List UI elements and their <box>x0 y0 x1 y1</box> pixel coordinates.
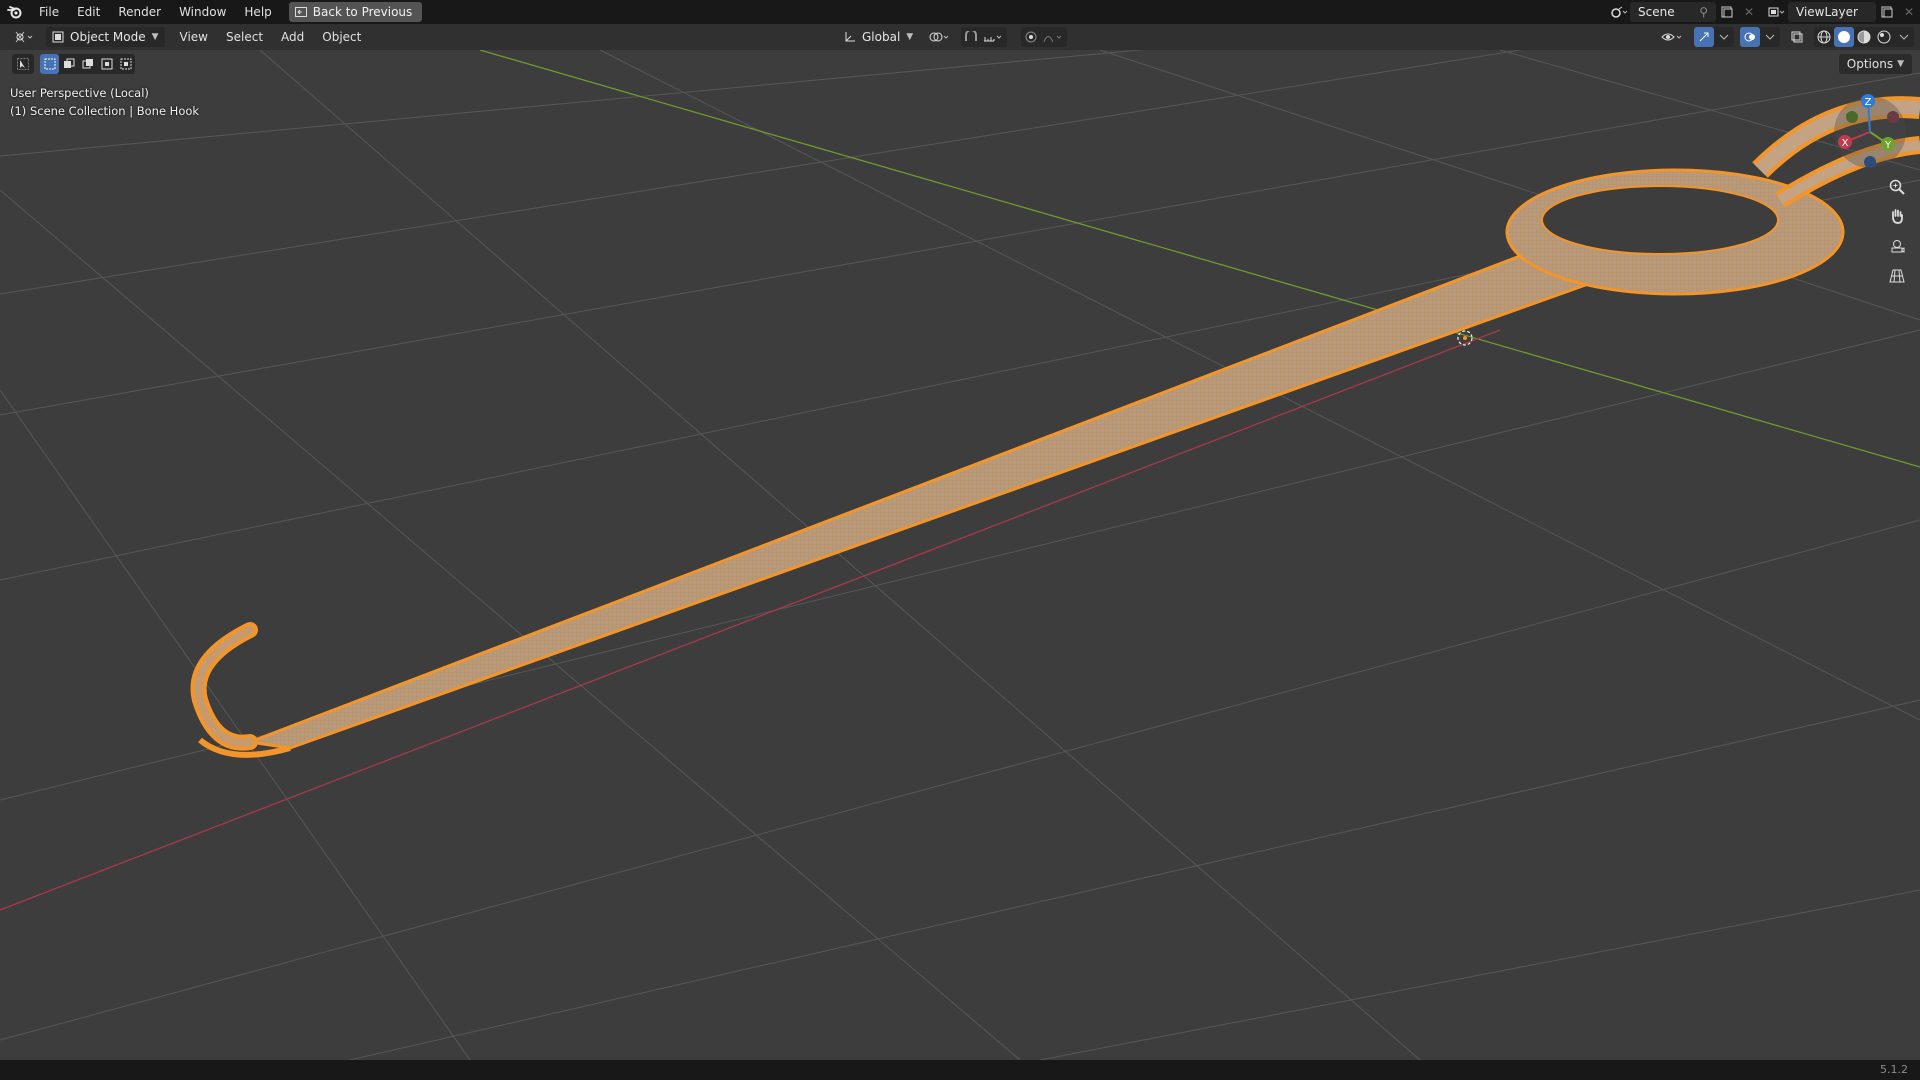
delete-view-layer-icon[interactable]: ✕ <box>1898 2 1920 22</box>
scene-name: Scene <box>1638 5 1675 19</box>
chevron-down-icon: ▼ <box>906 32 914 42</box>
falloff-curve-icon[interactable] <box>1041 27 1067 47</box>
visibility-selectability-icon[interactable] <box>1658 27 1688 47</box>
material-shading-icon[interactable] <box>1854 27 1874 47</box>
grid-line <box>1039 889 1920 1060</box>
menu-help[interactable]: Help <box>235 0 280 24</box>
x-axis-line <box>0 329 1501 911</box>
grid-line <box>0 389 471 1060</box>
object-mode-label: Object Mode <box>70 30 146 44</box>
top-menu-bar: File Edit Render Window Help Back to Pre… <box>0 0 1920 24</box>
sidebar-toggle-icon[interactable]: ‹ <box>1903 96 1920 122</box>
menu-add[interactable]: Add <box>272 30 313 44</box>
scene-selector-icon[interactable] <box>1608 2 1630 22</box>
svg-text:X: X <box>1842 138 1849 149</box>
viewport-scene <box>0 50 1920 1060</box>
menu-window[interactable]: Window <box>170 0 235 24</box>
version-label: 5.1.2 <box>1880 1063 1908 1076</box>
gizmo-options-icon[interactable] <box>1714 27 1734 47</box>
shading-options-icon[interactable] <box>1894 27 1914 47</box>
viewport-header: Object Mode ▼ View Select Add Object Glo… <box>0 24 1920 50</box>
transform-orientation-dropdown[interactable]: Global ▼ <box>838 27 920 47</box>
grid-line <box>0 189 1021 1060</box>
options-dropdown[interactable]: Options ▼ <box>1838 54 1912 74</box>
object-mode-dropdown[interactable]: Object Mode ▼ <box>46 27 165 47</box>
xray-toggle-icon[interactable] <box>1786 27 1808 47</box>
select-new-icon[interactable] <box>40 54 59 74</box>
shading-mode-group <box>1814 27 1914 47</box>
gizmo-toggle-group <box>1694 27 1734 47</box>
select-extend-icon[interactable] <box>59 54 78 74</box>
editor-type-icon[interactable] <box>10 27 40 47</box>
scene-collection-label: (1) Scene Collection | Bone Hook <box>10 104 200 118</box>
menu-edit[interactable]: Edit <box>68 0 109 24</box>
snapping-group <box>961 27 1008 47</box>
grid-line <box>0 50 1141 157</box>
object-mode-icon <box>52 31 64 43</box>
menu-view[interactable]: View <box>171 30 217 44</box>
view-layer-field[interactable]: ViewLayer <box>1788 2 1876 22</box>
zoom-icon[interactable] <box>1884 174 1910 200</box>
grid-line <box>0 519 1920 1041</box>
back-to-previous-button[interactable]: Back to Previous <box>288 2 423 22</box>
selection-mode-group <box>40 54 135 74</box>
chevron-down-icon: ▼ <box>151 32 159 42</box>
proportional-editing-icon[interactable] <box>1021 27 1041 47</box>
camera-view-icon[interactable] <box>1884 233 1910 259</box>
svg-text:Z: Z <box>1865 97 1872 108</box>
menu-select[interactable]: Select <box>217 30 272 44</box>
back-screen-icon <box>294 7 307 17</box>
back-to-previous-label: Back to Previous <box>312 5 413 19</box>
wireframe-shading-icon[interactable] <box>1814 27 1834 47</box>
orientation-axes-icon <box>845 32 855 42</box>
menu-file[interactable]: File <box>30 0 68 24</box>
tool-settings-row <box>12 54 135 74</box>
pan-hand-icon[interactable] <box>1884 203 1910 229</box>
svg-text:Y: Y <box>1884 140 1892 151</box>
blender-logo-icon[interactable] <box>0 0 30 24</box>
pivot-point-icon[interactable] <box>925 27 955 47</box>
new-scene-icon[interactable] <box>1716 2 1738 22</box>
pin-icon[interactable]: ⚲ <box>1699 5 1708 19</box>
perspective-toggle-icon[interactable] <box>1884 263 1910 289</box>
transform-orientation-label: Global <box>862 30 901 44</box>
status-bar: 5.1.2 <box>0 1060 1920 1080</box>
new-view-layer-icon[interactable] <box>1876 2 1898 22</box>
menu-object[interactable]: Object <box>313 30 370 44</box>
select-invert-icon[interactable] <box>97 54 116 74</box>
navigation-gizmo[interactable]: Z Y X <box>1830 92 1910 172</box>
overlays-icon[interactable] <box>1740 27 1760 47</box>
delete-scene-icon[interactable]: ✕ <box>1738 2 1760 22</box>
snap-toggle-icon[interactable] <box>961 27 981 47</box>
proportional-editing-group <box>1021 27 1068 47</box>
solid-shading-icon[interactable] <box>1834 27 1854 47</box>
select-intersect-icon[interactable] <box>116 54 135 74</box>
rendered-shading-icon[interactable] <box>1874 27 1894 47</box>
chevron-down-icon: ▼ <box>1897 59 1904 69</box>
view-layer-name: ViewLayer <box>1796 5 1858 19</box>
grid-line <box>0 50 1521 295</box>
scene-name-field[interactable]: Scene ⚲ <box>1630 2 1716 22</box>
options-label: Options <box>1846 57 1894 71</box>
snap-increment-icon[interactable] <box>981 27 1007 47</box>
view-perspective-label: User Perspective (Local) <box>10 86 149 100</box>
menu-render[interactable]: Render <box>109 0 170 24</box>
3d-viewport[interactable]: Z Y X <box>0 50 1920 1060</box>
gizmo-toggle-icon[interactable] <box>1694 27 1714 47</box>
view-layer-selector-icon[interactable] <box>1766 2 1788 22</box>
select-subtract-icon[interactable] <box>78 54 97 74</box>
overlays-options-icon[interactable] <box>1760 27 1780 47</box>
grid-line <box>349 699 1920 1060</box>
select-tool-icon[interactable] <box>12 54 34 74</box>
overlay-toggle-group <box>1740 27 1780 47</box>
grid-line <box>259 50 1421 1060</box>
bone-hook-mesh[interactable] <box>190 96 1920 758</box>
